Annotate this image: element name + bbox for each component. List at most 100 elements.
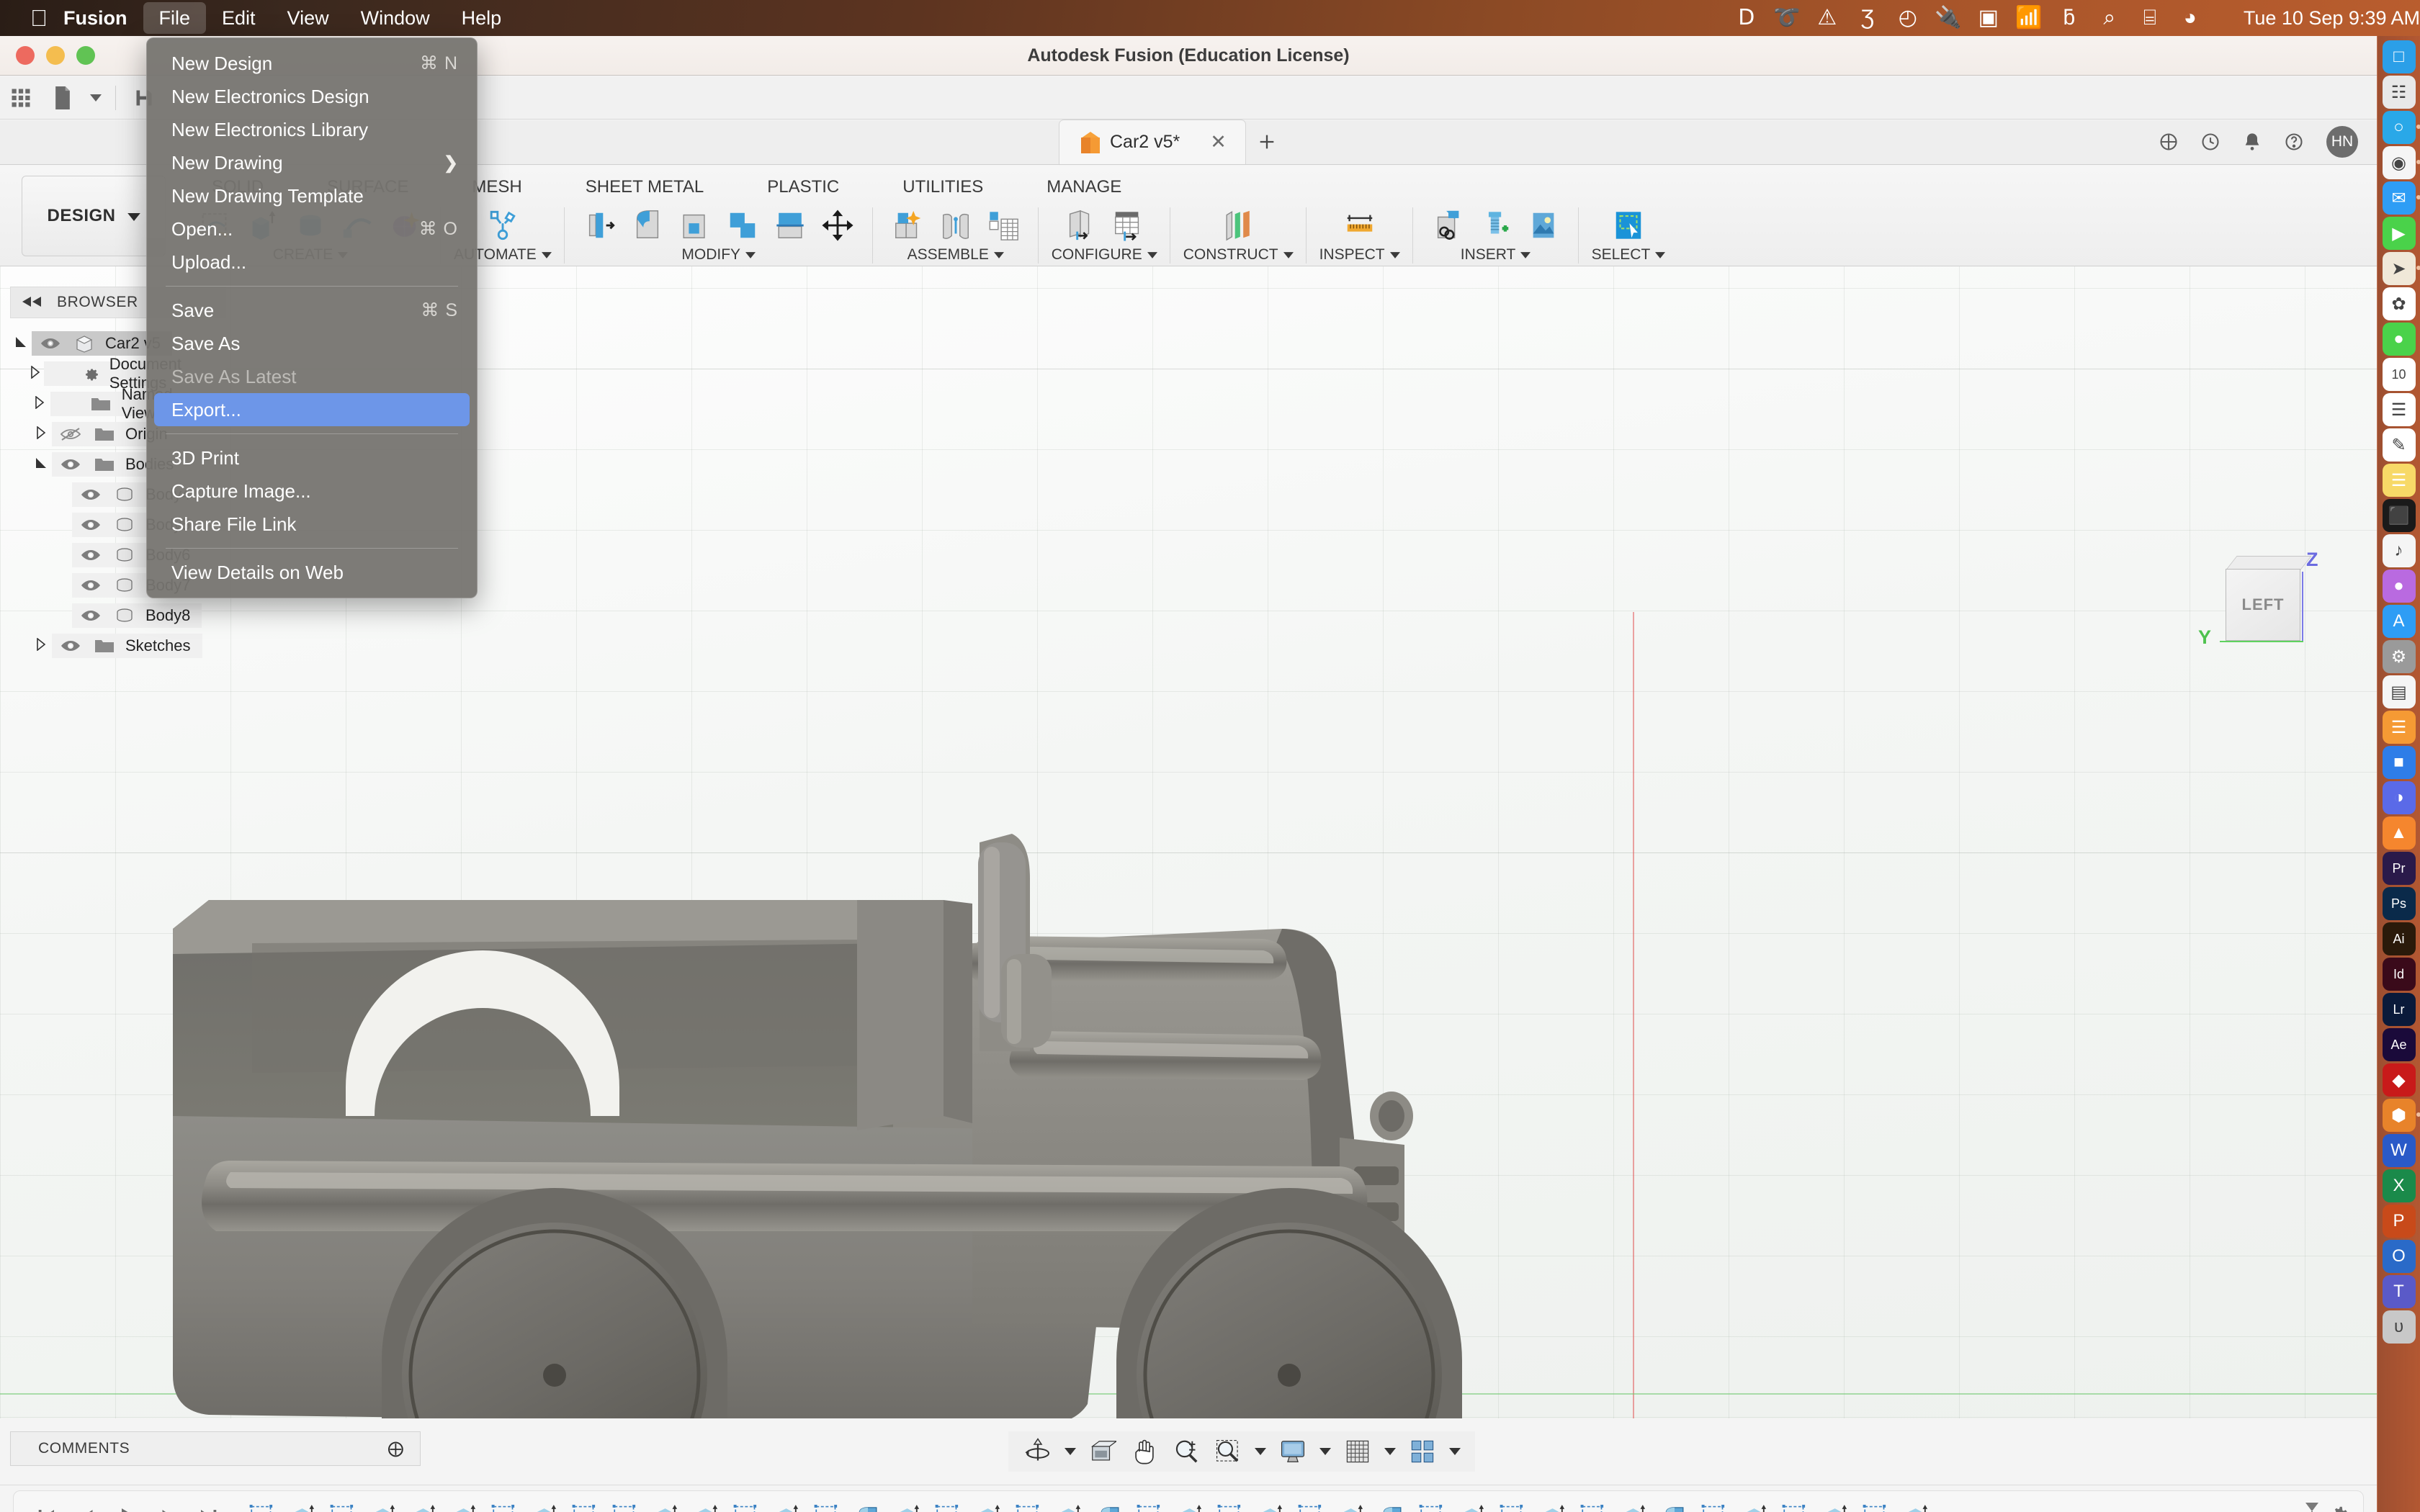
control-center-icon[interactable]: ⌸	[2130, 7, 2170, 29]
timeline-feature-extrude[interactable]	[647, 1498, 685, 1512]
finder-icon[interactable]: □	[2382, 40, 2416, 73]
timeline-feature-extrude[interactable]	[1615, 1498, 1653, 1512]
freeform-icon[interactable]: ✎	[2382, 428, 2416, 462]
close-tab-icon[interactable]: ✕	[1210, 131, 1227, 153]
viewports-icon[interactable]	[1403, 1434, 1442, 1469]
file-menu-item-save[interactable]: Save ⌘ S	[147, 294, 477, 327]
timeline-feature-extrude[interactable]	[1252, 1498, 1290, 1512]
play-icon[interactable]	[110, 1499, 145, 1512]
timeline-feature-sketch[interactable]	[1696, 1498, 1734, 1512]
vlc-icon[interactable]: ▲	[2382, 816, 2416, 850]
visibility-eye-icon[interactable]	[37, 336, 63, 351]
tree-expand-arrow-icon[interactable]	[30, 395, 50, 413]
file-menu-item-new-electronics-library[interactable]: New Electronics Library	[147, 113, 477, 146]
notifications-bell-icon[interactable]	[2231, 120, 2273, 164]
panel-caret-icon[interactable]	[1389, 249, 1400, 261]
timeline-feature-sketch[interactable]	[244, 1498, 282, 1512]
automate-handle-icon[interactable]	[480, 205, 525, 246]
music-icon[interactable]: ♪	[2382, 534, 2416, 567]
timeline-feature-sketch[interactable]	[1575, 1498, 1613, 1512]
messages-icon[interactable]: ●	[2382, 323, 2416, 356]
timeline-feature-sketch[interactable]	[1293, 1498, 1330, 1512]
teams-icon[interactable]: T	[2382, 1275, 2416, 1308]
timeline-feature-extrude[interactable]	[284, 1498, 322, 1512]
insert-image-icon[interactable]	[1521, 205, 1566, 246]
visibility-eye-icon[interactable]	[58, 427, 84, 441]
systemsettings-icon[interactable]: ⚙	[2382, 640, 2416, 673]
siri-icon[interactable]: ◕	[2170, 7, 2210, 29]
lightroom-icon[interactable]: Lr	[2382, 993, 2416, 1026]
appstore-icon[interactable]: A	[2382, 605, 2416, 638]
premiere-icon[interactable]: Pr	[2382, 852, 2416, 885]
safari-icon[interactable]: ○	[2382, 111, 2420, 144]
browser-tree-row[interactable]: Body8	[10, 600, 226, 631]
powerpoint-icon[interactable]: P	[2382, 1205, 2416, 1238]
file-menu-item-3d-print[interactable]: 3D Print	[147, 441, 477, 474]
combine-icon[interactable]	[720, 205, 765, 246]
visibility-eye-icon[interactable]	[78, 518, 104, 532]
tree-expand-arrow-icon[interactable]	[27, 364, 45, 382]
shell-icon[interactable]	[673, 205, 717, 246]
launchpad-icon[interactable]: ☷	[2382, 76, 2416, 109]
file-menu-item-view-details-on-web[interactable]: View Details on Web	[147, 556, 477, 589]
panel-caret-icon[interactable]	[541, 249, 552, 261]
timeline-feature-sketch[interactable]	[486, 1498, 524, 1512]
timeline-feature-sketch[interactable]	[607, 1498, 645, 1512]
workspace-switcher-button[interactable]: DESIGN	[22, 176, 166, 256]
insert-mcmaster-icon[interactable]	[1474, 205, 1518, 246]
timeline-feature-extrude[interactable]	[1333, 1498, 1371, 1512]
spotlight-search-icon[interactable]: ⌕	[2089, 7, 2130, 29]
excel-icon[interactable]: X	[2382, 1169, 2416, 1202]
timeline-feature-extrude[interactable]	[1817, 1498, 1855, 1512]
timeline-feature-extrude[interactable]	[768, 1498, 806, 1512]
grid-snap-caret-icon[interactable]	[1380, 1448, 1400, 1455]
pages-icon[interactable]: ☰	[2382, 711, 2416, 744]
timeline-feature-sketch[interactable]	[567, 1498, 604, 1512]
timeline-feature-extrude[interactable]	[1051, 1498, 1088, 1512]
panel-caret-icon[interactable]	[1655, 249, 1666, 261]
file-menu-item-save-as[interactable]: Save As	[147, 327, 477, 360]
file-menu-item-new-design[interactable]: New Design ⌘ N	[147, 47, 477, 80]
timeline-feature-sketch[interactable]	[325, 1498, 362, 1512]
timeline-feature-sketch[interactable]	[1131, 1498, 1169, 1512]
help-question-icon[interactable]	[2273, 120, 2315, 164]
grammarly-icon[interactable]: 𝖣	[1726, 7, 1767, 29]
file-menu-item-upload[interactable]: Upload...	[147, 246, 477, 279]
timeline-feature-fillet[interactable]	[849, 1498, 887, 1512]
offset-plane-icon[interactable]	[1216, 205, 1260, 246]
timeline-feature-extrude[interactable]	[365, 1498, 403, 1512]
screen-icon[interactable]: ▣	[1968, 7, 2009, 29]
extensions-icon[interactable]	[2148, 120, 2190, 164]
feather-app-icon[interactable]: ➰	[1767, 7, 1807, 29]
nordvpn-warning-icon[interactable]: ⚠	[1807, 7, 1847, 29]
timeline-feature-extrude[interactable]	[889, 1498, 927, 1512]
go-to-end-icon[interactable]	[191, 1499, 225, 1512]
document-tab[interactable]: Car2 v5* ✕	[1059, 120, 1246, 164]
zoom-app-icon[interactable]: ■	[2382, 746, 2416, 779]
visibility-eye-icon[interactable]	[78, 487, 104, 502]
timeline-feature-extrude[interactable]	[446, 1498, 483, 1512]
job-status-icon[interactable]	[2190, 120, 2231, 164]
paddle-icon[interactable]: Ʒ	[1847, 7, 1888, 29]
orbit-icon[interactable]	[1018, 1434, 1057, 1469]
acrobat-icon[interactable]: ◆	[2382, 1063, 2416, 1097]
ribbon-tab-plastic[interactable]: PLASTIC	[735, 171, 871, 203]
display-settings-monitor-caret-icon[interactable]	[1315, 1448, 1335, 1455]
file-menu-item-open[interactable]: Open... ⌘ O	[147, 212, 477, 246]
panel-label-wrap[interactable]: INSERT	[1461, 246, 1531, 264]
viewports-caret-icon[interactable]	[1445, 1448, 1465, 1455]
press-pull-icon[interactable]	[578, 205, 622, 246]
pan-hand-icon[interactable]	[1125, 1434, 1164, 1469]
word-icon[interactable]: W	[2382, 1134, 2416, 1167]
move-copy-icon[interactable]	[815, 205, 860, 246]
calendar-icon[interactable]: 10	[2382, 358, 2416, 391]
tree-row-content[interactable]: Body8	[72, 603, 202, 628]
panel-label-wrap[interactable]: INSPECT	[1319, 246, 1400, 264]
file-menu-item-share-file-link[interactable]: Share File Link	[147, 508, 477, 541]
panel-caret-icon[interactable]	[1147, 249, 1157, 261]
maps-icon[interactable]: ➤	[2382, 252, 2420, 285]
panel-label-wrap[interactable]: SELECT	[1592, 246, 1666, 264]
calculator-icon[interactable]: ▤	[2382, 675, 2416, 708]
visibility-eye-icon[interactable]	[78, 578, 104, 593]
file-menu-item-new-drawing-template[interactable]: New Drawing Template	[147, 179, 477, 212]
